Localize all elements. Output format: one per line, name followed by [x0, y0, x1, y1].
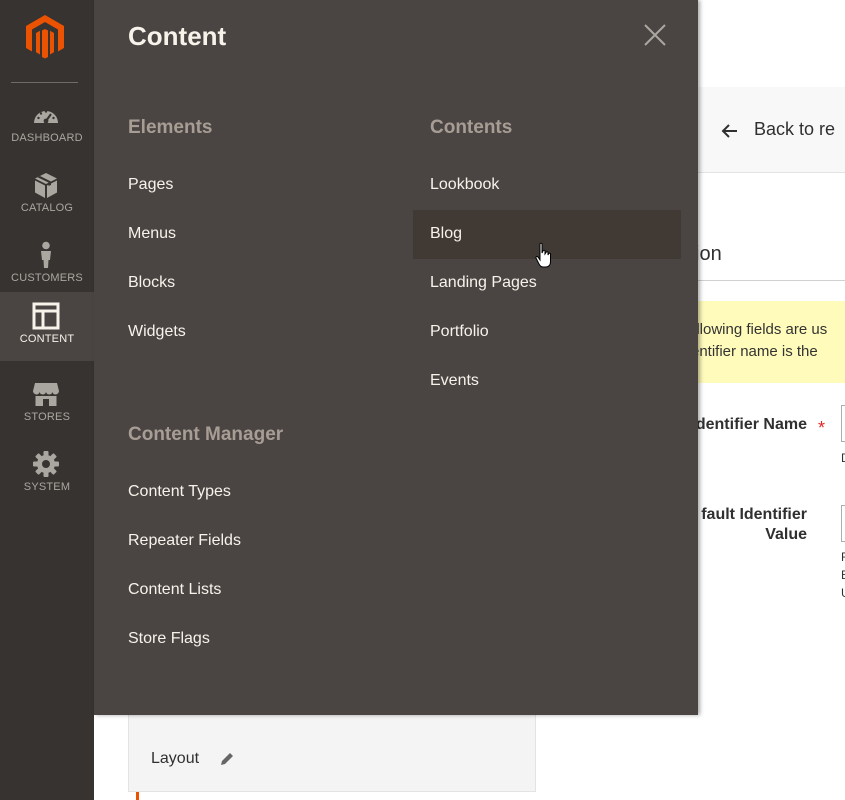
- nav-item-system[interactable]: SYSTEM: [0, 440, 94, 509]
- group-title-content-manager: Content Manager: [128, 424, 284, 445]
- pencil-edit-icon[interactable]: [218, 750, 236, 768]
- stores-shop-icon: [33, 383, 59, 406]
- back-arrow-icon[interactable]: [720, 121, 740, 141]
- nav-label-system: SYSTEM: [23, 481, 71, 493]
- back-button[interactable]: Back to re: [754, 119, 835, 140]
- menu-link-events[interactable]: Events: [430, 372, 479, 390]
- identifier-name-label: dentifier Name: [695, 416, 807, 433]
- nav-item-catalog[interactable]: CATALOG: [0, 161, 94, 230]
- default-identifier-hint-3: U: [841, 586, 845, 600]
- menu-link-widgets[interactable]: Widgets: [128, 323, 186, 341]
- menu-link-lookbook[interactable]: Lookbook: [430, 176, 499, 194]
- default-identifier-label-line1: fault Identifier: [701, 506, 807, 523]
- nav-label-dashboard: DASHBOARD: [11, 132, 83, 144]
- nav-item-customers[interactable]: CUSTOMERS: [0, 231, 94, 300]
- layout-label: Layout: [151, 750, 200, 767]
- content-submenu-panel: Content Elements Pages Menus Blocks Widg…: [94, 0, 698, 715]
- nav-item-dashboard[interactable]: DASHBOARD: [0, 91, 94, 160]
- gear-icon: [33, 451, 59, 477]
- default-identifier-label-line2: Value: [765, 526, 807, 543]
- menu-link-content-lists[interactable]: Content Lists: [128, 581, 221, 599]
- nav-divider: [11, 82, 78, 83]
- identifier-name-hint: D: [841, 451, 845, 465]
- notice-line-1: ollowing fields are us: [698, 321, 828, 338]
- menu-link-blog[interactable]: Blog: [430, 225, 462, 243]
- nav-item-content[interactable]: CONTENT: [0, 292, 94, 361]
- magento-logo-icon[interactable]: [24, 13, 66, 59]
- catalog-box-icon: [35, 173, 57, 198]
- nav-label-stores: STORES: [23, 411, 71, 423]
- notice-line-2: entifier name is the: [698, 343, 818, 360]
- group-title-elements: Elements: [128, 117, 213, 138]
- info-notice: ollowing fields are us entifier name is …: [698, 301, 845, 383]
- nav-label-content: CONTENT: [19, 333, 75, 345]
- menu-link-menus[interactable]: Menus: [128, 225, 176, 243]
- submenu-title: Content: [128, 21, 227, 51]
- required-marker: *: [818, 418, 826, 438]
- accent-marker: [136, 792, 139, 800]
- default-identifier-input[interactable]: [841, 505, 845, 542]
- customer-person-icon: [41, 241, 51, 268]
- nav-label-customers: CUSTOMERS: [11, 272, 83, 284]
- hand-pointer-cursor-icon: [535, 242, 551, 268]
- group-title-contents: Contents: [430, 117, 513, 138]
- close-icon[interactable]: [642, 22, 668, 48]
- admin-sidebar: DASHBOARD CATALOG CUSTOMERS CONTENT STOR…: [0, 0, 94, 800]
- menu-link-blocks[interactable]: Blocks: [128, 274, 175, 292]
- menu-link-portfolio[interactable]: Portfolio: [430, 323, 489, 341]
- identifier-name-input[interactable]: [841, 405, 845, 442]
- nav-item-stores[interactable]: STORES: [0, 370, 94, 439]
- menu-link-landing-pages[interactable]: Landing Pages: [430, 274, 537, 292]
- default-identifier-hint-1: F: [841, 550, 845, 564]
- nav-label-catalog: CATALOG: [20, 202, 74, 214]
- menu-link-content-types[interactable]: Content Types: [128, 483, 231, 501]
- dashboard-icon: [34, 110, 58, 124]
- menu-link-store-flags[interactable]: Store Flags: [128, 630, 210, 648]
- content-layout-icon: [32, 302, 60, 330]
- default-identifier-hint-2: E: [841, 568, 845, 582]
- menu-link-pages[interactable]: Pages: [128, 176, 173, 194]
- section-divider: [698, 280, 845, 281]
- menu-link-repeater-fields[interactable]: Repeater Fields: [128, 532, 241, 550]
